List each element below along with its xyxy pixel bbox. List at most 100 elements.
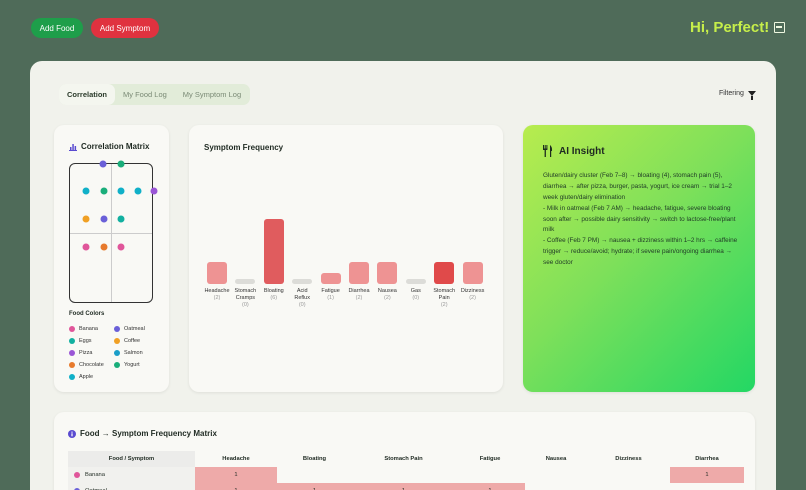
legend-item: Banana [69,326,98,332]
ai-title-text: AI Insight [559,145,605,157]
bar[interactable] [207,262,227,284]
legend-swatch [69,350,75,356]
bar[interactable] [462,262,483,284]
greeting-text: Hi, Perfect! [690,19,770,36]
correlation-dot[interactable] [100,215,108,223]
legend-label: Apple [79,374,94,380]
matrix-title: Food → Symptom Frequency Matrix [68,429,217,438]
legend-item: Oatmeal [114,326,145,332]
bar-count: (0) [242,301,249,308]
correlation-plot [69,163,153,303]
tab-food-log[interactable]: My Food Log [115,84,175,105]
matrix-col-header: Diarrhea [695,456,719,462]
food-name: Banana [85,472,105,478]
correlation-dot[interactable] [99,160,107,168]
bar[interactable] [235,279,256,284]
matrix-cell [670,483,744,490]
food-swatch [74,472,80,478]
view-tabs: Correlation My Food Log My Symptom Log [59,84,250,105]
correlation-dot[interactable] [117,243,125,251]
correlation-dot[interactable] [117,215,125,223]
bar[interactable] [377,262,398,284]
matrix-col-header: Dizziness [615,456,642,462]
correlation-dot[interactable] [100,187,108,195]
matrix-cell: 1 [277,483,352,490]
bar-count: (2) [469,294,476,301]
bar-category: Dizziness [460,288,485,294]
legend-title: Food Colors [69,311,105,317]
legend-label: Banana [79,326,98,332]
bar-count: (0) [298,301,306,308]
bar-category: Gas [410,288,421,294]
utensils-icon [543,145,553,157]
frequency-matrix-table: Food / Symptom Headache Bloating Stomach… [68,451,744,490]
legend-label: Oatmeal [124,326,145,332]
add-symptom-button[interactable]: Add Symptom [91,18,159,38]
food-symptom-matrix-card: Food → Symptom Frequency Matrix Food / S… [54,412,755,490]
ai-line: - Coffee (Feb 7 PM) → nausea + dizziness… [543,237,738,267]
tab-correlation[interactable]: Correlation [59,84,116,105]
legend-swatch [69,362,75,368]
correlation-dot[interactable] [134,187,142,195]
legend-label: Salmon [124,350,143,356]
logout-icon[interactable] [774,22,786,33]
legend-label: Chocolate [79,362,104,368]
matrix-cell: 1 [195,467,277,483]
legend-item: Apple [69,374,93,380]
correlation-dot[interactable] [150,187,158,195]
correlation-dot[interactable] [100,243,108,251]
matrix-cell [277,467,352,483]
matrix-row-label: Banana [68,467,195,483]
matrix-row: Banana 1 1 [68,467,744,483]
legend-item: Salmon [114,350,143,356]
filter-button[interactable]: Filtering [719,90,756,100]
correlation-dot[interactable] [117,187,125,195]
matrix-col-header: Bloating [302,456,327,462]
bar-label: Dizziness (2) [456,288,490,302]
correlation-dot[interactable] [82,187,90,195]
ai-line: Gluten/dairy cluster (Feb 7–8) → bloatin… [543,172,732,201]
frequency-title: Symptom Frequency [204,143,284,152]
legend-swatch [114,350,120,356]
tab-symptom-log[interactable]: My Symptom Log [175,84,249,105]
correlation-dot[interactable] [117,160,125,168]
funnel-icon [747,91,756,100]
bar-category: Bloating [263,288,284,294]
matrix-corner: Food / Symptom [68,451,195,467]
matrix-row: Oatmeal1111 [68,483,744,490]
matrix-col-header: Fatigue [479,456,501,462]
bar[interactable] [263,219,284,284]
legend-label: Yogurt [124,362,140,368]
correlation-dot[interactable] [82,215,90,223]
bar[interactable] [405,279,426,284]
matrix-cell [587,467,670,483]
greeting: Hi, Perfect! [690,19,786,36]
matrix-title-text: Food → Symptom Frequency Matrix [80,429,217,438]
bar-category: Headache [204,288,230,294]
correlation-title: Correlation Matrix [69,142,149,151]
bar[interactable] [434,262,455,284]
frequency-card: Symptom Frequency Headache (2) Stomach Cram… [189,125,503,392]
matrix-cell: 1 [670,467,744,483]
ai-insight-text: Gluten/dairy cluster (Feb 7–8) → bloatin… [543,171,738,269]
legend-item: Yogurt [114,362,140,368]
legend-swatch [114,338,120,344]
bar[interactable] [349,262,369,284]
correlation-dot[interactable] [82,243,90,251]
bar-count: (2) [440,301,448,308]
correlation-title-text: Correlation Matrix [81,142,150,151]
matrix-col-header: Headache [222,456,250,462]
legend-swatch [69,326,75,332]
ai-line: - Milk in oatmeal (Feb 7 AM) → headache,… [543,204,736,234]
bar[interactable] [320,273,341,284]
add-food-button[interactable]: Add Food [31,18,83,38]
legend-swatch [69,374,75,380]
legend-item: Chocolate [69,362,104,368]
bar[interactable] [292,279,313,284]
legend-item: Eggs [69,338,92,344]
legend-swatch [69,338,75,344]
legend-item: Pizza [69,350,92,356]
matrix-cell: 1 [352,483,455,490]
bar-category: Stomach Cramps [234,288,257,301]
matrix-cell [525,483,587,490]
